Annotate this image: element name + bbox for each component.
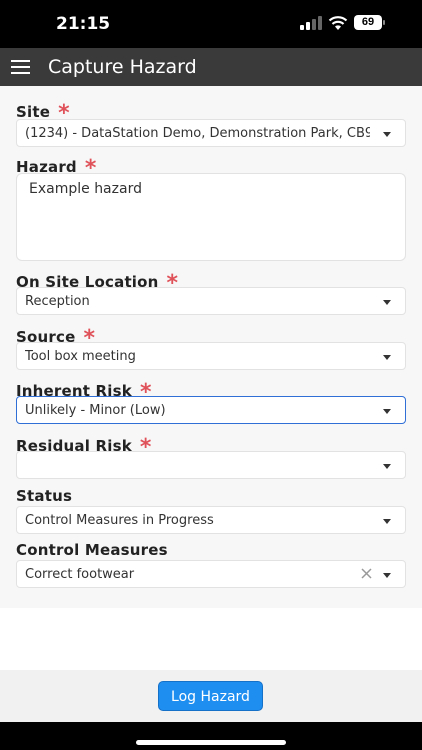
battery-icon: 69	[354, 15, 382, 30]
content-spacer	[0, 608, 422, 670]
location-value: Reception	[25, 294, 90, 309]
hazard-textarea[interactable]: Example hazard	[16, 173, 406, 261]
clock-time: 21:15	[56, 14, 111, 34]
status-label: Status	[16, 487, 73, 505]
footer-bar: Log Hazard	[0, 670, 422, 722]
site-value: (1234) - DataStation Demo, Demonstration…	[25, 126, 370, 141]
chevron-down-icon	[383, 573, 391, 578]
control-measures-label: Control Measures	[16, 541, 168, 559]
clear-icon[interactable]	[360, 567, 373, 580]
site-select[interactable]: (1234) - DataStation Demo, Demonstration…	[16, 119, 406, 147]
control-measures-value: Correct footwear	[25, 567, 135, 582]
status-select[interactable]: Control Measures in Progress	[16, 506, 406, 534]
status-bar: 21:15 69	[0, 0, 422, 48]
page-title: Capture Hazard	[48, 56, 197, 78]
control-measures-select[interactable]: Correct footwear	[16, 560, 406, 588]
chevron-down-icon	[383, 464, 391, 469]
chevron-down-icon	[383, 300, 391, 305]
chevron-down-icon	[383, 409, 391, 414]
source-value: Tool box meeting	[25, 349, 136, 364]
hazard-value: Example hazard	[29, 181, 142, 197]
inherent-risk-select[interactable]: Unlikely - Minor (Low)	[16, 396, 406, 424]
hamburger-menu-icon[interactable]	[11, 60, 30, 74]
wifi-icon	[328, 16, 348, 30]
chevron-down-icon	[383, 355, 391, 360]
residual-risk-select[interactable]	[16, 451, 406, 479]
home-area	[0, 722, 422, 750]
cellular-signal-icon	[300, 16, 322, 30]
battery-level: 69	[361, 16, 375, 28]
chevron-down-icon	[383, 132, 391, 137]
inherent-risk-value: Unlikely - Minor (Low)	[25, 403, 166, 418]
chevron-down-icon	[383, 519, 391, 524]
log-hazard-button[interactable]: Log Hazard	[158, 681, 263, 711]
location-select[interactable]: Reception	[16, 287, 406, 315]
home-indicator[interactable]	[136, 740, 286, 745]
source-select[interactable]: Tool box meeting	[16, 342, 406, 370]
hazard-form: Site * (1234) - DataStation Demo, Demonst…	[0, 86, 422, 608]
status-value: Control Measures in Progress	[25, 513, 214, 528]
app-bar: Capture Hazard	[0, 48, 422, 86]
battery-tip	[383, 20, 385, 25]
